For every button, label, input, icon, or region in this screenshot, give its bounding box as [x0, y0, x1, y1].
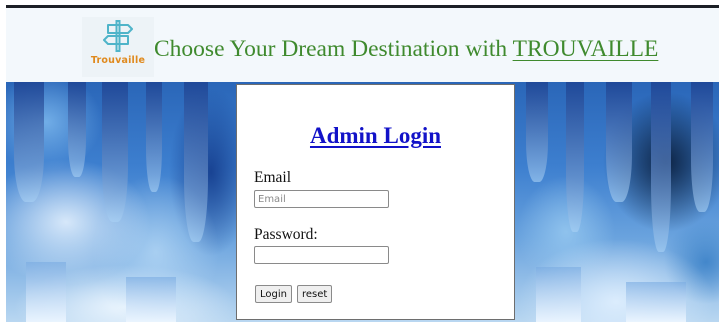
- page: Trouvaille Choose Your Dream Destination…: [0, 0, 719, 322]
- brand-link[interactable]: TROUVAILLE: [513, 36, 659, 62]
- email-input[interactable]: [254, 190, 389, 208]
- reset-button[interactable]: reset: [297, 285, 333, 303]
- site-header: Trouvaille Choose Your Dream Destination…: [6, 8, 719, 82]
- email-label: Email: [254, 169, 292, 186]
- password-label: Password:: [254, 226, 318, 243]
- logo-text: Trouvaille: [90, 55, 146, 66]
- header-title-prefix: Choose Your Dream Destination with: [154, 36, 513, 62]
- signpost-icon: [103, 20, 133, 52]
- logo[interactable]: Trouvaille: [82, 17, 154, 77]
- password-input[interactable]: [254, 246, 389, 264]
- header-title: Choose Your Dream Destination with TROUV…: [154, 36, 658, 63]
- login-title: Admin Login: [309, 123, 441, 148]
- admin-login-form: Admin Login Email Password: Login reset: [236, 84, 515, 320]
- login-button[interactable]: Login: [255, 285, 292, 303]
